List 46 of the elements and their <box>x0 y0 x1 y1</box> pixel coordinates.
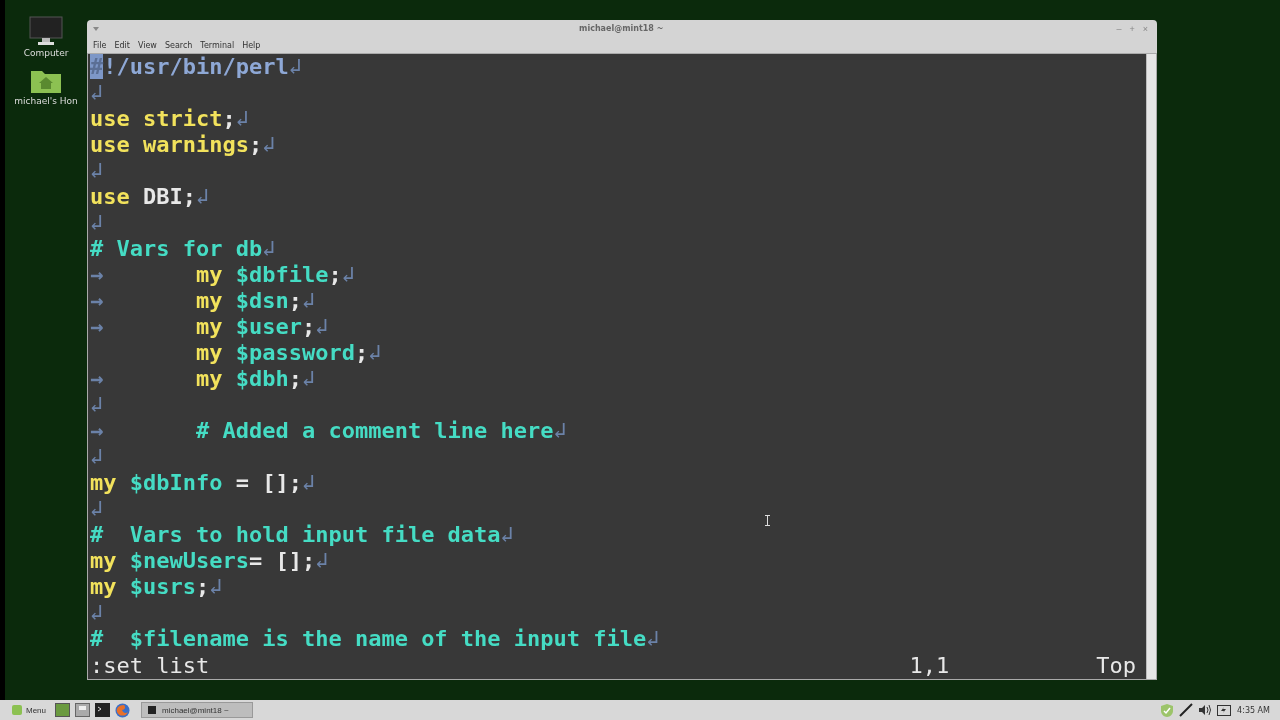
code-line: → # Added a comment line here↲ <box>90 418 567 444</box>
code-line: use strict;↲ <box>90 106 249 132</box>
code-line: → my $dbh;↲ <box>90 366 316 392</box>
menu-item[interactable]: Terminal <box>200 40 235 50</box>
home-folder-icon[interactable] <box>30 68 62 94</box>
menu-item[interactable]: View <box>137 40 157 50</box>
code-line: my $password;↲ <box>194 340 382 366</box>
computer-icon[interactable] <box>29 16 63 46</box>
window-title: michael@mint18 ~ <box>578 24 664 33</box>
code-line: # $filename is the name of the input file↲ <box>90 626 660 652</box>
code-line: my $dbInfo = [];↲ <box>90 470 316 496</box>
code-line: ↲ <box>90 392 104 418</box>
menu-item[interactable]: Edit <box>114 40 130 50</box>
menu-button[interactable]: Menu <box>8 705 50 715</box>
code-line: ↲ <box>90 80 104 106</box>
terminal-icon[interactable] <box>95 703 110 717</box>
code-line: use warnings;↲ <box>90 132 276 158</box>
menu-item[interactable]: Search <box>164 40 193 50</box>
clock[interactable]: 4:35 AM <box>1237 705 1270 715</box>
desktop-icon-label[interactable]: michael's Hon <box>14 96 78 106</box>
battery-icon[interactable] <box>1217 704 1233 716</box>
code-line: → my $dsn;↲ <box>90 288 316 314</box>
files-icon[interactable] <box>75 703 90 717</box>
code-line: ↲ <box>90 158 104 184</box>
code-line: ↲ <box>90 210 104 236</box>
scrollbar[interactable] <box>1146 54 1156 679</box>
code-line: ↲ <box>90 444 104 470</box>
text-cursor-icon <box>765 515 770 526</box>
scroll-position: Top <box>1096 653 1136 679</box>
code-line: → my $dbfile;↲ <box>90 262 355 288</box>
code-line: my $newUsers= [];↲ <box>90 548 329 574</box>
desktop-icon-label[interactable]: Computer <box>23 48 69 58</box>
code-line: ↲ <box>90 496 104 522</box>
taskbar-window-button[interactable]: michael@mint18 ~ <box>141 702 253 718</box>
command-line: :set list <box>90 653 210 679</box>
cursor-position: 1,1 <box>909 653 950 679</box>
code-line: use DBI;↲ <box>90 184 210 210</box>
code-line: → my $user;↲ <box>90 314 329 340</box>
code-line: # Vars for db↲ <box>90 236 276 262</box>
browser-icon[interactable] <box>115 702 130 718</box>
code-line: my $usrs;↲ <box>90 574 223 600</box>
menu-item[interactable]: Help <box>242 40 261 50</box>
menu-item[interactable]: File <box>93 40 107 50</box>
code-line: ↲ <box>90 600 104 626</box>
volume-icon[interactable] <box>1198 704 1213 716</box>
code-line: # Vars to hold input file data↲ <box>90 522 514 548</box>
